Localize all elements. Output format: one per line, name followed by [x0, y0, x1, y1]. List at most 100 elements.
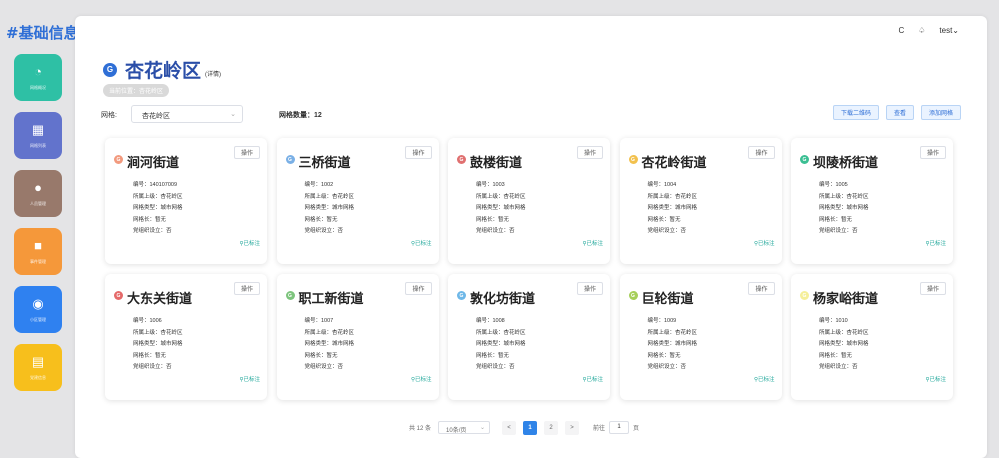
grid-leader: 网格长：暂无 [133, 352, 167, 359]
operate-button[interactable]: 操作 [233, 282, 260, 295]
grid-info: 编号：1004 所属上级：杏花岭区 网格类型：城市网格 网格长：暂无 党组织设立：否 [648, 180, 698, 238]
grid-card[interactable]: G 鼓楼街道 操作 编号：1003 所属上级：杏花岭区 网格类型：城市网格 网格长：暂无 党组… [448, 138, 610, 264]
marked-label: 已标注 [243, 377, 260, 383]
grid-card[interactable]: G 杏花岭街道 操作编号：1004 所属上级：杏花岭区 网格类型：城市网格 网格长：暂无党… [619, 138, 782, 264]
sidebar-item-label: 人员管理 [30, 200, 46, 206]
add-grid-button[interactable]: 添加网格 [920, 105, 961, 120]
marked-status[interactable]: ⚲已标注 [925, 375, 946, 383]
grid-type: 网格类型：城市网格 [133, 205, 183, 211]
grid-party: 党组织设立：否 [133, 364, 172, 370]
grid-type: 网格类型：城市网格 [647, 205, 698, 211]
operate-button[interactable]: 操作 [405, 282, 432, 295]
sidebar-item-party[interactable]: ▤ 党建信息 [14, 344, 62, 391]
grid-name: 坝陵桥街道 [813, 156, 879, 171]
grid-parent: 所属上级：杏花岭区 [819, 329, 869, 336]
next-page-button[interactable]: > [565, 420, 580, 435]
grid-type: 网格类型：城市网格 [819, 205, 869, 211]
grid-info: 编号：1002 所属上级：杏花岭区 网格类型：城市网格 网格长：暂无 党组织设立：否 [305, 180, 355, 238]
grid-name: 巨轮街道 [641, 292, 694, 307]
sidebar-item-label: 网格概况 [30, 84, 46, 90]
grid-info: 编号：1010 所属上级：杏花岭区 网格类型：城市网格 网格长：暂无 党组织设立：否 [819, 316, 869, 374]
grid-type: 网格类型：城市网格 [133, 341, 183, 347]
grid-card[interactable]: G 巨轮街道 操作 编号：1009 所属上级：杏花岭区 网格类型：城市网格 网格长：暂无 党组… [619, 274, 782, 400]
grid-code: 编号：1010 [819, 318, 848, 324]
marked-status[interactable]: ⚲已标注 [239, 375, 260, 383]
grid-dot-icon: G [114, 155, 123, 164]
grid-info: 编号：1003 所属上级：杏花岭区 网格类型：城市网格 网格长：暂无 党组织设立：否 [476, 180, 526, 238]
grid-card[interactable]: G 杨家峪街道 操作 编号：1010 所属上级：杏花岭区 网格类型：城市网格 网格长：暂无党… [791, 274, 953, 400]
grid-info: 编号：1006 所属上级：杏花岭区 网格类型：城市网格 网格长：暂无 党组织设立：否 [133, 316, 183, 374]
goto-page-input[interactable]: 1 [609, 421, 630, 434]
grid-card[interactable]: G 敦化坊街道 操作 编号：1008 所属上级：杏花岭区 网格类型：城市网格 网格长：暂无党… [448, 274, 610, 400]
sidebar-item-events[interactable]: ■ 事件管理 [14, 228, 62, 275]
main-panel: C ♤ test⌄ G 杏花岭区 (详情) 当前位置：杏花岭区 网格: 杏花岭区… [75, 16, 987, 458]
grid-type: 网格类型：城市网格 [647, 341, 698, 347]
chevron-down-icon: ⌄ [952, 26, 959, 35]
operate-button[interactable]: 操作 [919, 146, 946, 159]
detail-link[interactable]: (详情) [205, 69, 221, 78]
page-size-select[interactable]: 10条/页 ⌄ [438, 421, 491, 434]
grid-leader: 网格长：暂无 [819, 352, 853, 359]
sidebar-item-people[interactable]: ● 人员管理 [14, 170, 62, 217]
grid-name: 杏花岭街道 [641, 156, 707, 171]
user-menu[interactable]: test⌄ [939, 26, 959, 35]
marked-status[interactable]: ⚲已标注 [239, 239, 260, 247]
grid-party: 党组织设立：否 [304, 364, 344, 370]
breadcrumb: 当前位置：杏花岭区 [103, 84, 170, 97]
grid-card[interactable]: G 职工新街道 操作编号：1007 所属上级：杏花岭区 网格类型：城市网格 网格长：暂无党… [276, 274, 439, 400]
marked-status[interactable]: ⚲已标注 [754, 375, 775, 383]
operate-button[interactable]: 操作 [748, 146, 775, 159]
grid-dot-icon: G [628, 155, 638, 164]
prev-page-button[interactable]: < [502, 420, 517, 435]
grid-party: 党组织设立：否 [647, 228, 687, 234]
marked-status[interactable]: ⚲已标注 [582, 375, 603, 383]
download-qrcode-button[interactable]: 下载二维码 [832, 105, 879, 120]
goto-suffix: 页 [633, 426, 640, 432]
goto-label: 前往 [593, 426, 606, 432]
grid-dot-icon: G [285, 291, 295, 300]
grid-parent: 所属上级：杏花岭区 [304, 329, 355, 336]
operate-button[interactable]: 操作 [405, 146, 432, 159]
operate-button[interactable]: 操作 [748, 282, 775, 295]
grid-code: 编号：1008 [476, 318, 505, 324]
grid-dot-icon: G [114, 291, 123, 300]
grid-dot-icon: G [800, 155, 809, 164]
operate-button[interactable]: 操作 [576, 282, 603, 295]
sidebar-item-grid-list[interactable]: ▦ 网格列表 [14, 112, 62, 159]
bell-icon[interactable]: ♤ [918, 26, 925, 35]
page-button-2[interactable]: 2 [544, 420, 559, 435]
grid-card[interactable]: G 坝陵桥街道 操作 编号：1005 所属上级：杏花岭区 网格类型：城市网格 网格长：暂无党… [791, 138, 953, 264]
grid-count: 网格数量：12 [279, 112, 322, 119]
action-buttons: 下载二维码 查看 添加网格 [832, 105, 961, 120]
grid-card[interactable]: G 涧河街道 操作 编号：140107009 所属上级：杏花岭区 网格类型：城市网格 网格长… [105, 138, 267, 264]
page-button-1[interactable]: 1 [523, 420, 538, 435]
grid-info: 编号：1007 所属上级：杏花岭区 网格类型：城市网格 网格长：暂无 党组织设立：否 [305, 316, 355, 374]
grid-leader: 网格长：暂无 [647, 216, 681, 223]
grid-card[interactable]: G 大东关街道 操作 编号：1006 所属上级：杏花岭区 网格类型：城市网格 网格长：暂无党… [105, 274, 267, 400]
grid-select[interactable]: 杏花岭区 ⌄ [131, 105, 243, 123]
marked-status[interactable]: ⚲已标注 [925, 239, 946, 247]
grid-party: 党组织设立：否 [647, 364, 687, 370]
operate-button[interactable]: 操作 [576, 146, 603, 159]
grid-card[interactable]: G 三桥街道 操作 编号：1002 所属上级：杏花岭区 网格类型：城市网格 网格长：暂无 党组… [276, 138, 439, 264]
marked-status[interactable]: ⚲已标注 [411, 375, 432, 383]
marked-label: 已标注 [414, 377, 432, 383]
operate-button[interactable]: 操作 [919, 282, 946, 295]
operate-button[interactable]: 操作 [233, 146, 260, 159]
sidebar-item-community[interactable]: ◉ 小区管理 [14, 286, 62, 333]
marked-status[interactable]: ⚲已标注 [411, 239, 432, 247]
grid-name: 职工新街道 [298, 292, 364, 307]
refresh-icon[interactable]: C [898, 26, 904, 35]
sidebar-item-grid-overview[interactable]: ◔ 网格概况 [14, 54, 62, 101]
grid-parent: 所属上级：杏花岭区 [819, 193, 869, 200]
grid-dot-icon: G [457, 291, 466, 300]
marked-label: 已标注 [929, 241, 946, 247]
grid-parent: 所属上级：杏花岭区 [133, 329, 183, 336]
marked-status[interactable]: ⚲已标注 [754, 239, 775, 247]
marked-status[interactable]: ⚲已标注 [582, 239, 603, 247]
sidebar-item-label: 事件管理 [30, 258, 46, 264]
grid-leader: 网格长：暂无 [476, 352, 510, 359]
view-button[interactable]: 查看 [885, 105, 914, 120]
chevron-down-icon: ⌄ [479, 425, 486, 431]
grid-select-value: 杏花岭区 [142, 113, 170, 120]
